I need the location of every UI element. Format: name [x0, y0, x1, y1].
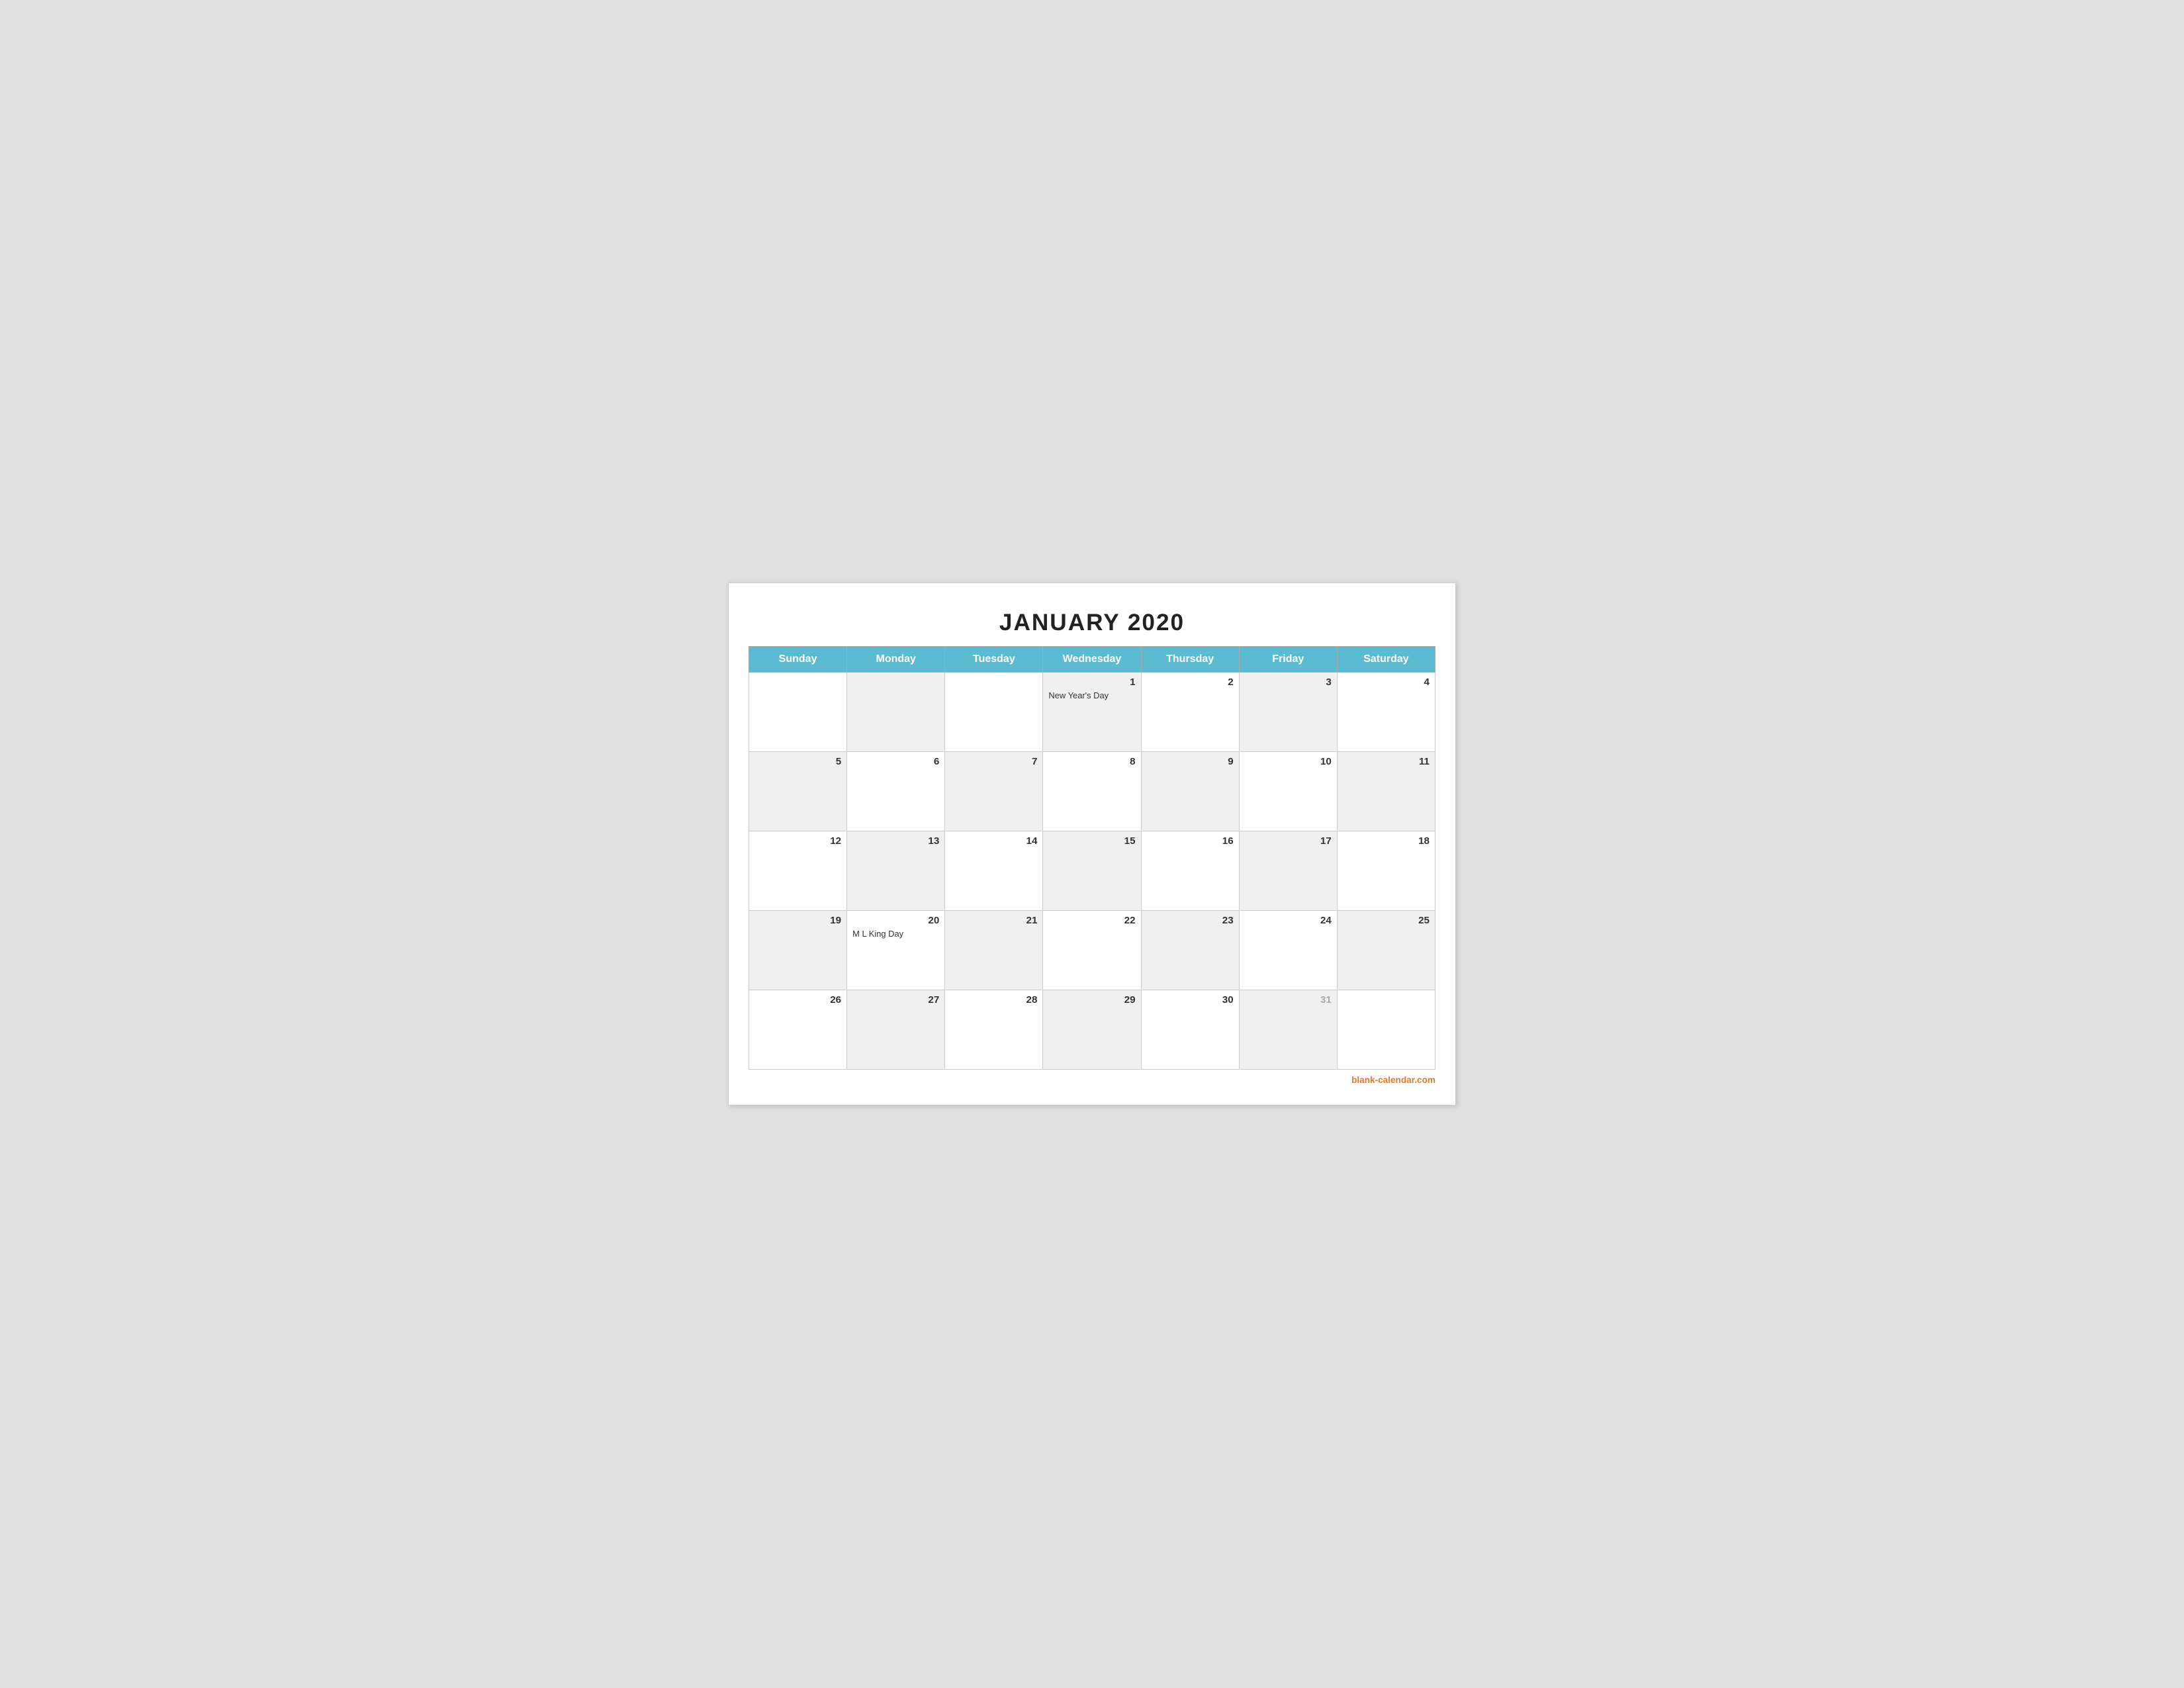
- calendar-day-cell: 31: [1239, 990, 1337, 1070]
- calendar-day-cell: 23: [1141, 911, 1239, 990]
- calendar-week-row: 12 13 14 15 16 17 18: [749, 831, 1435, 911]
- calendar-day-cell: 15: [1043, 831, 1141, 911]
- calendar-week-row: 19 20 M L King Day 21 22 23 24 25: [749, 911, 1435, 990]
- day-number: 27: [852, 994, 939, 1006]
- calendar-week-row: 26 27 28 29 30 31: [749, 990, 1435, 1070]
- column-header-friday: Friday: [1239, 647, 1337, 673]
- day-number: 31: [1245, 994, 1332, 1006]
- calendar-day-cell: [749, 673, 847, 752]
- holiday-label: M L King Day: [852, 929, 939, 939]
- day-number: 11: [1343, 756, 1430, 767]
- calendar-day-cell: 19: [749, 911, 847, 990]
- calendar-day-cell: 25: [1337, 911, 1435, 990]
- calendar-day-cell: 4: [1337, 673, 1435, 752]
- calendar-day-cell: [945, 673, 1043, 752]
- day-number: 21: [950, 915, 1037, 926]
- calendar-page: JANUARY 2020 SundayMondayTuesdayWednesda…: [728, 583, 1456, 1105]
- day-number: 13: [852, 835, 939, 847]
- calendar-day-cell: 6: [847, 752, 945, 831]
- calendar-day-cell: 8: [1043, 752, 1141, 831]
- day-number: 16: [1147, 835, 1234, 847]
- column-header-wednesday: Wednesday: [1043, 647, 1141, 673]
- calendar-day-cell: 5: [749, 752, 847, 831]
- calendar-day-cell: 16: [1141, 831, 1239, 911]
- column-header-tuesday: Tuesday: [945, 647, 1043, 673]
- holiday-label: New Year's Day: [1048, 690, 1135, 700]
- day-number: 8: [1048, 756, 1135, 767]
- calendar-day-cell: 21: [945, 911, 1043, 990]
- calendar-day-cell: 1 New Year's Day: [1043, 673, 1141, 752]
- calendar-day-cell: 14: [945, 831, 1043, 911]
- calendar-day-cell: 24: [1239, 911, 1337, 990]
- calendar-day-cell: 30: [1141, 990, 1239, 1070]
- calendar-day-cell: 29: [1043, 990, 1141, 1070]
- calendar-day-cell: 18: [1337, 831, 1435, 911]
- calendar-day-cell: 3: [1239, 673, 1337, 752]
- calendar-day-cell: [1337, 990, 1435, 1070]
- calendar-day-cell: 26: [749, 990, 847, 1070]
- calendar-day-cell: 13: [847, 831, 945, 911]
- day-number: 18: [1343, 835, 1430, 847]
- column-header-monday: Monday: [847, 647, 945, 673]
- day-number: 22: [1048, 915, 1135, 926]
- calendar-day-cell: [847, 673, 945, 752]
- calendar-day-cell: 7: [945, 752, 1043, 831]
- day-number: 3: [1245, 677, 1332, 688]
- calendar-day-cell: 22: [1043, 911, 1141, 990]
- day-number: 24: [1245, 915, 1332, 926]
- day-number: 17: [1245, 835, 1332, 847]
- day-number: 6: [852, 756, 939, 767]
- calendar-day-cell: 20 M L King Day: [847, 911, 945, 990]
- column-header-saturday: Saturday: [1337, 647, 1435, 673]
- calendar-header-row: SundayMondayTuesdayWednesdayThursdayFrid…: [749, 647, 1435, 673]
- day-number: 1: [1048, 677, 1135, 688]
- calendar-day-cell: 12: [749, 831, 847, 911]
- calendar-week-row: 1 New Year's Day 234: [749, 673, 1435, 752]
- day-number: 20: [852, 915, 939, 926]
- day-number: 10: [1245, 756, 1332, 767]
- calendar-title: JANUARY 2020: [749, 603, 1435, 646]
- calendar-table: SundayMondayTuesdayWednesdayThursdayFrid…: [749, 646, 1435, 1070]
- day-number: 2: [1147, 677, 1234, 688]
- column-header-thursday: Thursday: [1141, 647, 1239, 673]
- column-header-sunday: Sunday: [749, 647, 847, 673]
- footer-link: blank-calendar.com: [749, 1075, 1435, 1085]
- calendar-day-cell: 2: [1141, 673, 1239, 752]
- day-number: 19: [754, 915, 841, 926]
- calendar-day-cell: 28: [945, 990, 1043, 1070]
- day-number: 30: [1147, 994, 1234, 1006]
- day-number: 5: [754, 756, 841, 767]
- day-number: 28: [950, 994, 1037, 1006]
- day-number: 7: [950, 756, 1037, 767]
- day-number: 4: [1343, 677, 1430, 688]
- calendar-day-cell: 9: [1141, 752, 1239, 831]
- day-number: 15: [1048, 835, 1135, 847]
- day-number: 14: [950, 835, 1037, 847]
- calendar-day-cell: 17: [1239, 831, 1337, 911]
- day-number: 26: [754, 994, 841, 1006]
- calendar-week-row: 5678 9 10 11: [749, 752, 1435, 831]
- day-number: 25: [1343, 915, 1430, 926]
- calendar-day-cell: 10: [1239, 752, 1337, 831]
- day-number: 23: [1147, 915, 1234, 926]
- calendar-day-cell: 11: [1337, 752, 1435, 831]
- day-number: 9: [1147, 756, 1234, 767]
- calendar-day-cell: 27: [847, 990, 945, 1070]
- day-number: 12: [754, 835, 841, 847]
- day-number: 29: [1048, 994, 1135, 1006]
